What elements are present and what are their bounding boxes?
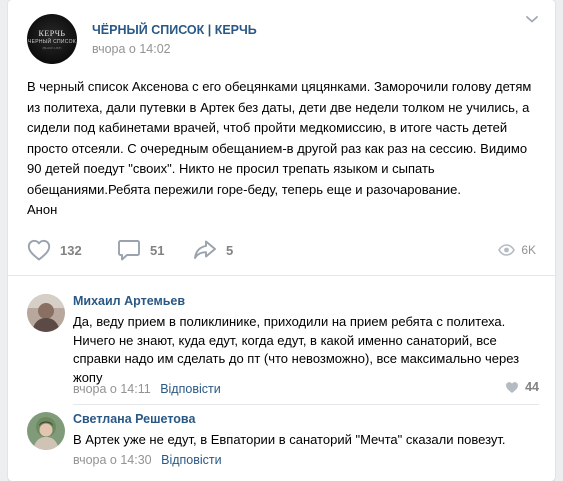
post-date[interactable]: вчора о 14:02 — [92, 42, 171, 56]
share-button[interactable]: 5 — [193, 238, 233, 262]
comment-like-count: 44 — [525, 380, 539, 394]
share-count: 5 — [226, 242, 234, 258]
like-count: 132 — [60, 242, 82, 258]
reply-link[interactable]: Відповісти — [161, 453, 222, 467]
comment-text: В Артек уже не едут, в Евпатории в санат… — [73, 432, 506, 447]
comment-author[interactable]: Михаил Артемьев — [73, 294, 185, 308]
comment-author[interactable]: Светлана Решетова — [73, 412, 195, 426]
comment-item: Светлана Решетова В Артек уже не едут, в… — [27, 412, 539, 472]
post-header: КЕРЧЬ ЧЕРНЫЙ СПИСОК (BLACK LIST) ЧЁРНЫЙ … — [27, 14, 555, 64]
group-avatar[interactable]: КЕРЧЬ ЧЕРНЫЙ СПИСОК (BLACK LIST) — [27, 14, 77, 64]
comment-count: 51 — [150, 242, 165, 258]
comment-button[interactable]: 51 — [117, 238, 164, 262]
views-counter: 6K — [498, 238, 536, 262]
group-name-link[interactable]: ЧЁРНЫЙ СПИСОК | КЕРЧЬ — [92, 23, 257, 37]
comment-divider — [73, 404, 539, 405]
views-count: 6K — [521, 243, 536, 257]
share-arrow-icon — [194, 240, 216, 259]
comment-avatar[interactable] — [27, 412, 65, 450]
comment-meta: вчора о 14:30 Відповісти — [73, 453, 222, 467]
post-signature: Анон — [27, 202, 58, 217]
avatar-caption: (BLACK LIST) — [42, 45, 62, 50]
post-text: В черный список Аксенова с его обецянкам… — [27, 77, 532, 221]
avatar-photo — [27, 294, 65, 332]
comment-date[interactable]: вчора о 14:11 — [73, 382, 151, 396]
avatar-photo — [27, 412, 65, 450]
avatar-title: КЕРЧЬ — [38, 28, 66, 38]
heart-icon — [27, 239, 51, 261]
heart-icon — [506, 381, 519, 393]
comment-like-button[interactable]: 44 — [505, 380, 539, 394]
comment-text: Да, веду прием в поликлинике, приходили … — [73, 314, 520, 385]
speech-bubble-icon — [118, 240, 140, 261]
comment-date[interactable]: вчора о 14:30 — [73, 453, 152, 467]
eye-icon — [498, 244, 516, 256]
post-body: В черный список Аксенова с его обецянкам… — [27, 79, 532, 197]
chevron-down-icon[interactable] — [525, 14, 539, 24]
like-button[interactable]: 132 — [27, 238, 82, 262]
comment-avatar[interactable] — [27, 294, 65, 332]
comment-item: Михаил Артемьев Да, веду прием в поликли… — [27, 294, 539, 404]
post-actions: 132 51 5 6K — [27, 238, 536, 262]
post-card: КЕРЧЬ ЧЕРНЫЙ СПИСОК (BLACK LIST) ЧЁРНЫЙ … — [8, 0, 555, 481]
comment-meta: вчора о 14:11 Відповісти — [73, 382, 221, 396]
reply-link[interactable]: Відповісти — [160, 382, 221, 396]
post-divider — [8, 275, 555, 276]
avatar-subtitle: ЧЕРНЫЙ СПИСОК — [27, 38, 77, 45]
